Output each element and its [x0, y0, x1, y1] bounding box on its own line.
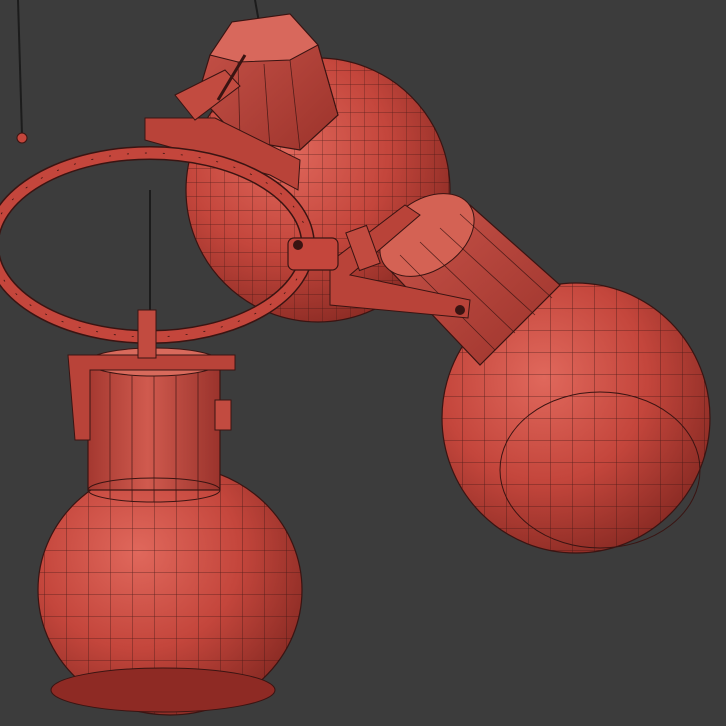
- ring-joint: [287, 237, 339, 271]
- cable-clamp: [16, 132, 28, 144]
- viewport: [0, 0, 726, 726]
- shade-right: [329, 193, 711, 554]
- chandelier-render: [0, 0, 711, 716]
- shade-left: [37, 309, 303, 716]
